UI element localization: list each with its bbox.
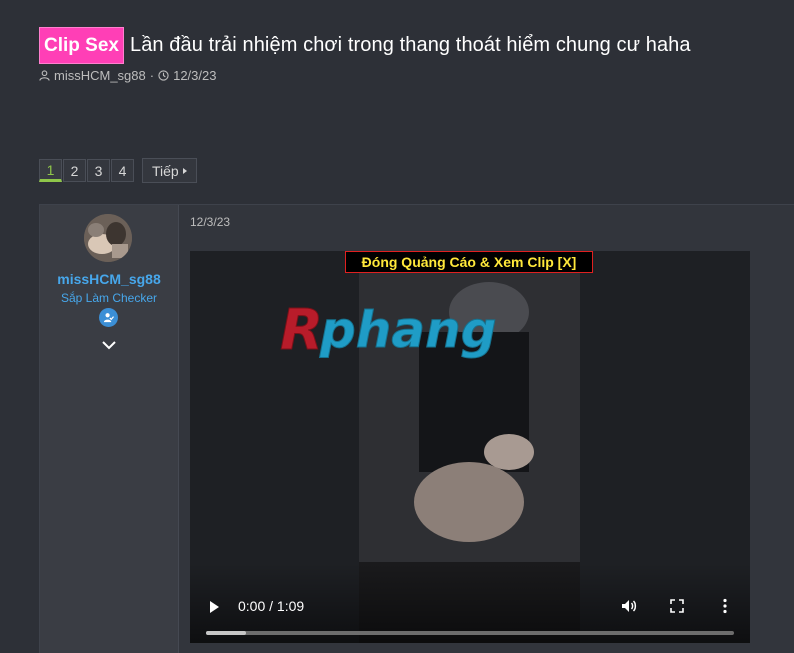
avatar[interactable] [84, 214, 132, 262]
post-username[interactable]: missHCM_sg88 [40, 271, 178, 287]
thread-date[interactable]: 12/3/23 [173, 68, 216, 83]
video-time: 0:00 / 1:09 [238, 598, 305, 614]
close-ad-button[interactable]: Đóng Quảng Cáo & Xem Clip [X] [345, 251, 593, 273]
video-progress-bar[interactable] [206, 631, 734, 635]
user-title: Sắp Làm Checker [60, 291, 158, 305]
clock-icon [158, 70, 169, 81]
video-controls: 0:00 / 1:09 [190, 563, 750, 643]
page-4-button[interactable]: 4 [111, 159, 134, 182]
thread-meta: missHCM_sg88 · 12/3/23 [39, 68, 774, 83]
pagination: 1 2 3 4 Tiếp [39, 158, 197, 183]
chevron-down-icon[interactable] [101, 339, 117, 351]
meta-separator: · [149, 68, 155, 83]
page-1-button[interactable]: 1 [39, 159, 62, 182]
thread-title: Lần đầu trải nhiệm chơi trong thang thoá… [129, 33, 691, 56]
volume-icon[interactable] [620, 597, 638, 615]
thread-prefix-badge[interactable]: Clip Sex [39, 26, 124, 64]
video-buffered-progress [206, 631, 246, 635]
fullscreen-icon[interactable] [668, 597, 686, 615]
next-page-button[interactable]: Tiếp [142, 158, 197, 183]
avatar-image [84, 214, 132, 262]
user-icon [39, 70, 50, 81]
thread-author-link[interactable]: missHCM_sg88 [54, 68, 146, 83]
caret-right-icon [182, 167, 187, 174]
post-user-column: missHCM_sg88 Sắp Làm Checker [40, 205, 179, 653]
video-player[interactable]: R phang Đóng Quảng Cáo & Xem Clip [X] 0:… [190, 251, 750, 643]
watermark-logo: R phang [280, 298, 498, 364]
more-options-icon[interactable] [716, 597, 734, 615]
svg-text:R: R [280, 298, 323, 363]
post: missHCM_sg88 Sắp Làm Checker 12/3/23 R p… [39, 204, 794, 653]
thread-title-row: Clip Sex Lần đầu trải nhiệm chơi trong t… [39, 26, 774, 64]
next-page-label: Tiếp [152, 162, 179, 179]
play-icon[interactable] [210, 601, 219, 613]
svg-text:phang: phang [319, 301, 497, 359]
thread-header: Clip Sex Lần đầu trải nhiệm chơi trong t… [39, 26, 774, 83]
post-date[interactable]: 12/3/23 [190, 215, 230, 229]
page-2-button[interactable]: 2 [63, 159, 86, 182]
page-3-button[interactable]: 3 [87, 159, 110, 182]
verified-badge-icon [99, 308, 118, 327]
